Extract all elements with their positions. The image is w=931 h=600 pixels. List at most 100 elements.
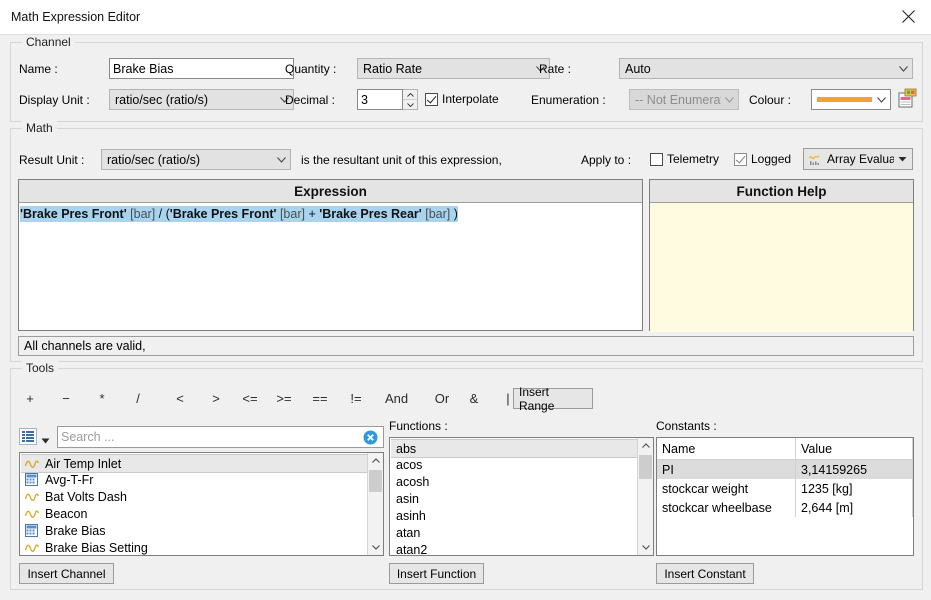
- insert-range-button[interactable]: Insert Range: [513, 385, 593, 413]
- waveform-glyph: [25, 492, 39, 501]
- constant-value-cell: 3,14159265: [795, 459, 913, 479]
- close-icon[interactable]: [885, 0, 931, 33]
- spin-down-icon[interactable]: [403, 100, 417, 109]
- search-placeholder: Search ...: [61, 430, 115, 444]
- list-view-icon[interactable]: [19, 428, 37, 445]
- list-item[interactable]: Bat Volts Dash: [21, 488, 367, 505]
- operator-button-[interactable]: ==: [309, 391, 331, 406]
- clear-search-icon[interactable]: [363, 430, 378, 445]
- list-item-label: acosh: [396, 474, 430, 489]
- scroll-down-icon[interactable]: [638, 540, 653, 555]
- insert-channel-button[interactable]: Insert Channel: [19, 563, 114, 584]
- list-item[interactable]: atan: [391, 524, 637, 541]
- palette-icon[interactable]: [897, 87, 919, 109]
- expression-token-channel: 'Brake Pres Front': [20, 207, 127, 221]
- channel-list-scroll-thumb[interactable]: [369, 470, 382, 492]
- list-item[interactable]: Brake Bias: [21, 522, 367, 539]
- list-item-label: asin: [396, 491, 419, 506]
- decimal-stepper[interactable]: 3: [357, 89, 418, 110]
- display-unit-select[interactable]: ratio/sec (ratio/s): [109, 89, 294, 110]
- expression-token-unit: [bar]: [130, 207, 156, 221]
- operator-button-[interactable]: <=: [239, 391, 261, 406]
- quantity-label: Quantity :: [285, 62, 337, 76]
- decimal-spin-buttons[interactable]: [403, 89, 418, 110]
- operator-button-[interactable]: >=: [273, 391, 295, 406]
- list-item[interactable]: asin: [391, 490, 637, 507]
- dropdown-arrow-icon[interactable]: [898, 156, 907, 162]
- operator-button-[interactable]: !=: [345, 391, 367, 406]
- status-message: All channels are valid,: [24, 339, 146, 353]
- list-item[interactable]: Beacon: [21, 505, 367, 522]
- function-list-scroll-thumb[interactable]: [639, 455, 652, 479]
- chevron-down-icon[interactable]: [41, 433, 50, 447]
- channel-list[interactable]: Air Temp Inlet Avg-T-Fr Bat Volts Dash Beac…: [19, 452, 384, 556]
- enumeration-label: Enumeration :: [531, 93, 606, 107]
- interpolate-checkbox[interactable]: Interpolate: [425, 92, 499, 106]
- channel-list-scrollbar[interactable]: [367, 453, 383, 555]
- insert-function-button[interactable]: Insert Function: [389, 563, 484, 584]
- list-item[interactable]: acos: [391, 456, 637, 473]
- function-help-header: Function Help: [650, 180, 913, 203]
- spin-up-icon[interactable]: [403, 90, 417, 100]
- math-channel-icon: [25, 473, 41, 486]
- tools-group: Tools +−*/<><=>===!=AndOr&|()[] Insert R…: [10, 361, 923, 590]
- operator-button-[interactable]: &: [463, 391, 485, 406]
- list-item[interactable]: atan2: [391, 541, 637, 556]
- insert-constant-button[interactable]: Insert Constant: [656, 563, 754, 584]
- decimal-label: Decimal :: [285, 93, 336, 107]
- expression-selection[interactable]: 'Brake Pres Front' [bar] / ('Brake Pres …: [20, 206, 458, 222]
- operator-button-[interactable]: >: [205, 391, 227, 406]
- list-item[interactable]: Avg-T-Fr: [21, 471, 367, 488]
- scroll-down-icon[interactable]: [368, 540, 383, 555]
- search-input[interactable]: Search ...: [57, 426, 384, 448]
- table-row[interactable]: stockcar wheelbase 2,644 [m]: [657, 498, 913, 517]
- logged-checkbox[interactable]: Logged: [734, 152, 791, 166]
- telemetry-checkbox-box[interactable]: [650, 152, 663, 166]
- colour-select[interactable]: [811, 89, 891, 110]
- result-unit-label: Result Unit :: [19, 153, 85, 167]
- operator-button-[interactable]: *: [91, 391, 113, 406]
- list-item[interactable]: acosh: [391, 473, 637, 490]
- name-input[interactable]: Brake Bias: [109, 58, 294, 79]
- table-row[interactable]: PI 3,14159265: [657, 459, 913, 479]
- operator-button-[interactable]: +: [19, 391, 41, 406]
- column-header[interactable]: Name: [657, 438, 796, 460]
- constants-table[interactable]: Name Value PI 3,14159265 stockcar weight 123…: [656, 437, 914, 556]
- operator-button-[interactable]: <: [169, 391, 191, 406]
- quantity-select[interactable]: Ratio Rate: [357, 58, 550, 79]
- telemetry-checkbox[interactable]: Telemetry: [650, 152, 719, 166]
- telemetry-label: Telemetry: [667, 152, 720, 166]
- operator-button-Or[interactable]: Or: [431, 391, 453, 406]
- table-row[interactable]: stockcar weight 1235 [kg]: [657, 479, 913, 498]
- decimal-input[interactable]: 3: [357, 89, 403, 110]
- operator-button-And[interactable]: And: [385, 391, 408, 406]
- function-list-scrollbar[interactable]: [637, 438, 653, 555]
- operator-button-[interactable]: /: [127, 391, 149, 406]
- logged-checkbox-box[interactable]: [734, 152, 747, 166]
- channel-group: Channel Name : Brake Bias Quantity : Rat…: [10, 35, 923, 122]
- interpolate-checkbox-box[interactable]: [425, 92, 438, 106]
- constant-name-cell: stockcar weight: [657, 479, 796, 498]
- waveform-icon: [25, 543, 41, 553]
- rate-select[interactable]: Auto: [619, 58, 913, 79]
- interpolate-label: Interpolate: [442, 92, 499, 106]
- window-titlebar: Math Expression Editor: [0, 0, 931, 35]
- expression-editor[interactable]: 'Brake Pres Front' [bar] / ('Brake Pres …: [19, 203, 642, 222]
- waveform-glyph: [25, 543, 39, 552]
- operator-button-[interactable]: −: [55, 391, 77, 406]
- apply-to-label: Apply to :: [581, 153, 632, 167]
- column-header[interactable]: Value: [795, 438, 913, 460]
- list-item-label: Avg-T-Fr: [45, 472, 94, 487]
- waveform-icon: [25, 459, 41, 469]
- scroll-up-icon[interactable]: [368, 453, 383, 468]
- constants-grid: Name Value PI 3,14159265 stockcar weight 123…: [657, 438, 913, 517]
- insert-constant-label: Insert Constant: [664, 566, 746, 581]
- scroll-up-icon[interactable]: [638, 438, 653, 453]
- list-item[interactable]: asinh: [391, 507, 637, 524]
- array-evaluate-button[interactable]: Array Evaluat: [803, 148, 913, 170]
- expression-token-channel: 'Brake Pres Rear': [319, 207, 422, 221]
- list-item[interactable]: Brake Bias Setting: [21, 539, 367, 555]
- list-view-glyph: [22, 431, 34, 442]
- result-unit-select[interactable]: ratio/sec (ratio/s): [101, 149, 291, 170]
- function-list[interactable]: abs acos acosh asin asinh atan atan2: [389, 437, 654, 556]
